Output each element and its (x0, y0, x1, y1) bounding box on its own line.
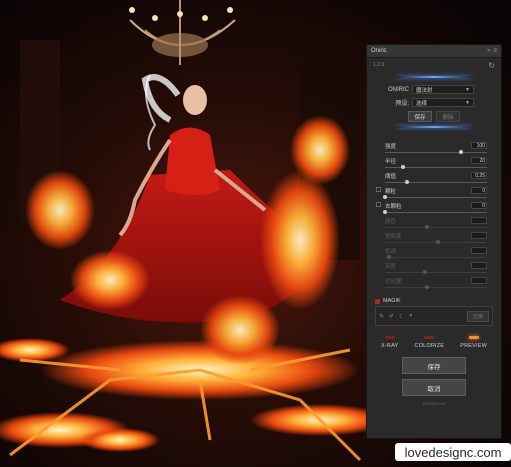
mode-label: COLORIZE (414, 343, 445, 349)
panel-titlebar[interactable]: Oniric » ≡ (367, 45, 501, 58)
slider-value-field[interactable]: 0 (471, 187, 487, 194)
slider-thumb[interactable] (405, 180, 409, 184)
magic-label: MAGIK (383, 298, 401, 304)
slider-row: 去颗粒 0 (375, 202, 493, 217)
slider-track[interactable] (385, 152, 487, 153)
slider-track[interactable] (385, 212, 487, 213)
slider-track[interactable] (385, 257, 487, 258)
slider-label: 饱和度 (385, 234, 402, 240)
slider-thumb[interactable] (400, 165, 405, 169)
slider-value-field[interactable] (471, 262, 487, 269)
preset-select-row: 预设: 选择 ▼ (367, 97, 501, 108)
drop-icon[interactable]: ◐ (409, 313, 413, 319)
mode-label: PREVIEW (460, 343, 487, 349)
panel-title: Oniric (371, 48, 387, 54)
slider-label: 强度 (385, 144, 397, 150)
slider-row: 强度 100 (375, 142, 493, 157)
slider-label: 颜色 (385, 219, 397, 225)
slider-label: 亮度 (385, 264, 397, 270)
slider-row: 半径 20 (375, 157, 493, 172)
slider-row: 亮度 (375, 262, 493, 277)
mode-toggle[interactable]: PREVIEW (460, 336, 487, 349)
slider-thumb[interactable] (458, 150, 463, 154)
slider-label: 对比度 (385, 279, 402, 285)
slider-label: 半径 (385, 159, 397, 165)
chevron-down-icon: ▼ (465, 86, 470, 93)
mode-toggle[interactable]: X-RAY (381, 336, 398, 349)
preset-dropdown-value: 选择 (416, 100, 428, 107)
slider-value-field[interactable] (471, 217, 487, 224)
slider-label: 去颗粒 (385, 204, 402, 210)
slider-thumb[interactable] (422, 270, 427, 274)
refresh-icon[interactable]: ↻ (488, 61, 495, 70)
slider-row: 对比度 (375, 277, 493, 292)
ok-button[interactable]: 保存 (402, 357, 466, 374)
slider-value-field[interactable]: 20 (471, 157, 487, 164)
magic-section: MAGIK ✎ ✐ ☾ ◐ 应用 (375, 296, 493, 326)
slider-value-field[interactable]: 100 (471, 142, 487, 149)
preset-button-row: 保存 删除 (367, 111, 501, 122)
mode-toggle[interactable]: COLORIZE (414, 336, 444, 349)
panel-footer-logo: SOMNIUM (422, 401, 446, 406)
slider-value-field[interactable] (471, 232, 487, 239)
slider-thumb[interactable] (435, 240, 440, 244)
brush-icon[interactable]: ✎ (379, 313, 384, 320)
effect-dropdown[interactable]: 魔法射 ▼ (412, 85, 474, 94)
slider-value-field[interactable]: 0.25 (471, 172, 487, 179)
cancel-button[interactable]: 取消 (402, 379, 466, 396)
preset-label: 预设: (395, 101, 409, 107)
mode-indicator-light (424, 336, 435, 339)
version-row: 1.2.0 ↻ (367, 58, 501, 72)
slider-thumb[interactable] (383, 210, 387, 214)
site-watermark: lovedesignc.com (395, 443, 511, 461)
magic-toolbar: ✎ ✐ ☾ ◐ 应用 (375, 306, 493, 326)
slider-row: 色调 (375, 247, 493, 262)
slider-value-field[interactable] (471, 277, 487, 284)
slider-row: 颗粒 0 (375, 187, 493, 202)
effect-select-row: ONIRIC 魔法射 ▼ (367, 84, 501, 95)
effect-dropdown-value: 魔法射 (416, 87, 433, 94)
slider-row: 颜色 (375, 217, 493, 232)
slider-value-field[interactable] (471, 247, 487, 254)
slider-row: 饱和度 (375, 232, 493, 247)
mode-indicator-light (384, 336, 395, 339)
preset-dropdown[interactable]: 选择 ▼ (412, 98, 474, 107)
version-label: 1.2.0 (373, 62, 385, 68)
slider-label: 颗粒 (385, 189, 397, 195)
slider-value-field[interactable]: 0 (471, 202, 487, 209)
slider-thumb[interactable] (383, 195, 387, 199)
effect-label: ONIRIC (388, 86, 409, 93)
mode-indicator-light (468, 336, 479, 339)
slider-checkbox[interactable] (376, 202, 381, 207)
menu-icon[interactable]: ≡ (493, 48, 497, 54)
magic-header: MAGIK (375, 296, 493, 306)
accent-glow-divider (397, 76, 471, 78)
pen-icon[interactable]: ✐ (389, 313, 394, 320)
magic-icon (375, 298, 380, 304)
slider-row: 阈值 0.25 (375, 172, 493, 187)
slider-track[interactable] (385, 182, 487, 183)
slider-thumb[interactable] (425, 225, 430, 229)
slider-thumb[interactable] (425, 285, 430, 289)
mode-toggle-row: X-RAY COLORIZE PREVIEW (373, 336, 495, 349)
oniric-plugin-panel: Oniric » ≡ 1.2.0 ↻ ONIRIC 魔法射 ▼ 预设: 选择 ▼… (366, 44, 502, 439)
slider-track[interactable] (385, 287, 487, 288)
moon-icon[interactable]: ☾ (399, 313, 404, 320)
accent-glow-divider-2 (397, 126, 471, 128)
slider-track[interactable] (385, 272, 487, 273)
slider-label: 色调 (385, 249, 397, 255)
action-buttons: 保存 取消 (367, 357, 501, 396)
collapse-icon[interactable]: » (487, 48, 490, 54)
save-preset-button[interactable]: 保存 (408, 111, 432, 122)
slider-track[interactable] (385, 197, 487, 198)
slider-checkbox[interactable] (376, 187, 381, 192)
magic-apply-button[interactable]: 应用 (467, 310, 489, 322)
slider-list: 强度 100 半径 20 阈值 0.25 颗粒 0 去颗粒 0 颜色饱和度色调亮度对比度 (367, 134, 501, 292)
chevron-down-icon: ▼ (465, 99, 470, 106)
slider-thumb[interactable] (387, 255, 392, 259)
delete-preset-button[interactable]: 删除 (436, 111, 460, 122)
mode-label: X-RAY (381, 343, 399, 349)
slider-label: 阈值 (385, 174, 397, 180)
slider-track[interactable] (385, 227, 487, 228)
